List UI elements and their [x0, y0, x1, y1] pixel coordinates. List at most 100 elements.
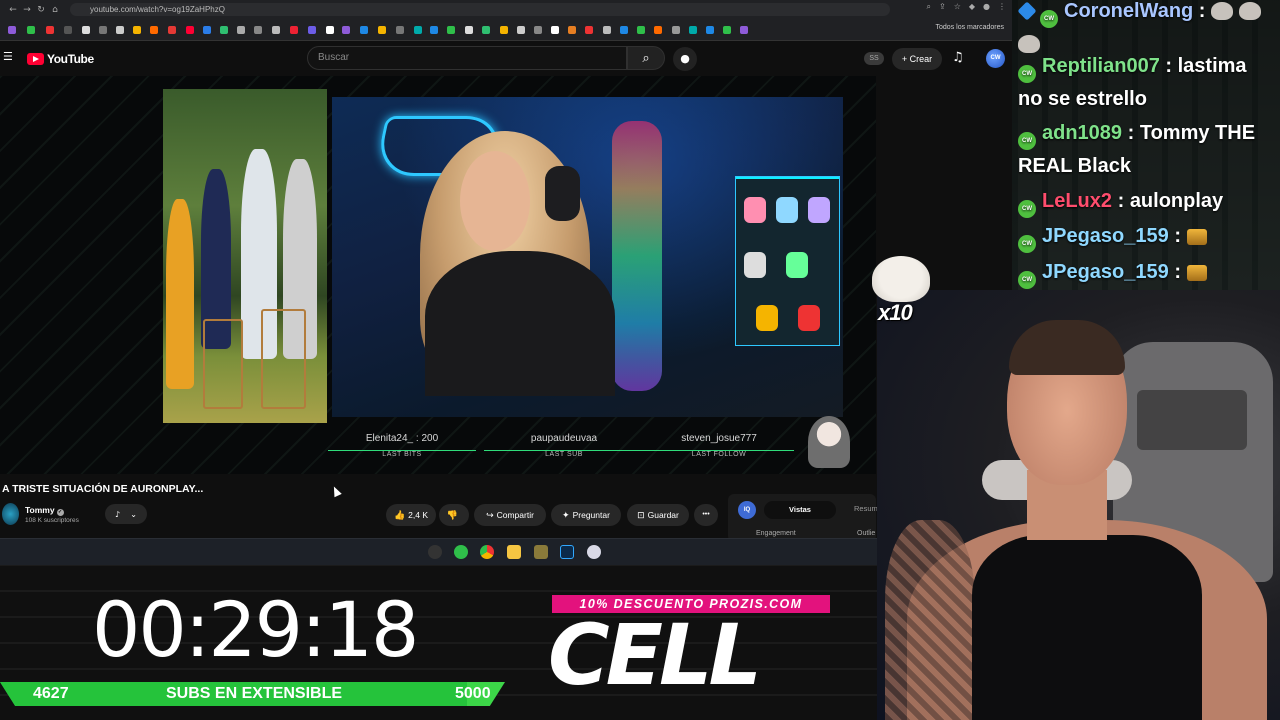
bookmark-icon[interactable] [672, 26, 680, 34]
bookmark-icon[interactable] [308, 26, 316, 34]
bookmark-icon[interactable] [551, 26, 559, 34]
bookmark-icon[interactable] [254, 26, 262, 34]
bookmark-icon[interactable] [517, 26, 525, 34]
bookmark-icon[interactable] [500, 26, 508, 34]
extension-icon[interactable]: ◆ [969, 2, 975, 12]
bookmark-icon[interactable] [654, 26, 662, 34]
bookmark-icon[interactable] [168, 26, 176, 34]
chat-message: CW adn1089 : Tommy THE REAL Black [1018, 122, 1256, 177]
voice-search-button[interactable]: ● [673, 47, 697, 71]
subscription-bell-button[interactable]: ♪ ⌄ [105, 504, 147, 524]
ask-button[interactable]: ✦ Preguntar [551, 504, 621, 526]
search-input[interactable]: Buscar [307, 46, 627, 70]
file-explorer-icon[interactable] [507, 545, 521, 559]
more-actions-button[interactable]: ••• [694, 504, 718, 526]
hamburger-menu-icon[interactable]: ☰ [3, 51, 13, 62]
bookmark-icon[interactable] [342, 26, 350, 34]
extension-badge[interactable]: SS [864, 52, 884, 65]
search-button[interactable]: ⌕ [627, 46, 665, 70]
bookmark-icon[interactable] [186, 26, 194, 34]
bookmark-icon[interactable] [568, 26, 576, 34]
notifications-bell-icon[interactable]: ♫ [952, 50, 964, 65]
profile-icon[interactable]: ● [983, 2, 990, 12]
chat-message: CW Reptilian007 : lastima no se estrello [1018, 55, 1247, 110]
bookmark-icon[interactable] [534, 26, 542, 34]
browser-toolbar: ← → ↻ ⌂ youtube.com/watch?v=og19ZaHPhzQ … [0, 0, 1012, 19]
bookmark-icon[interactable] [396, 26, 404, 34]
cat-emote-icon [872, 256, 930, 302]
bookmark-icon[interactable] [46, 26, 54, 34]
obs-icon[interactable] [428, 545, 442, 559]
bookmark-icon[interactable] [465, 26, 473, 34]
app-icon[interactable] [587, 545, 601, 559]
figure [744, 197, 766, 223]
streamer-face [460, 151, 530, 251]
browser-menu-icon[interactable]: ⋮ [998, 2, 1006, 12]
bookmark-icon[interactable] [585, 26, 593, 34]
bookmark-icon[interactable] [706, 26, 714, 34]
bookmark-icon[interactable] [360, 26, 368, 34]
dislike-button[interactable]: 👎 [439, 504, 469, 526]
share-button[interactable]: ↪ Compartir [474, 504, 546, 526]
bookmark-icon[interactable] [203, 26, 211, 34]
bookmark-icon[interactable] [603, 26, 611, 34]
bookmark-icon[interactable] [414, 26, 422, 34]
video-player[interactable]: Elenita24_ : 200 LAST BITS paupaudeuvaa … [0, 76, 876, 474]
chat-username: JPegaso_159 [1042, 261, 1169, 283]
save-button[interactable]: ⊡ Guardar [627, 504, 689, 526]
bookmark-icon[interactable] [637, 26, 645, 34]
streamer-hair [1009, 320, 1125, 375]
bookmarks-folder[interactable]: Todos los marcadores [936, 24, 1004, 31]
bookmark-icon[interactable] [723, 26, 731, 34]
bookmark-icon[interactable] [8, 26, 16, 34]
chat-text: aulonplay [1129, 190, 1224, 212]
bookmark-icon[interactable] [64, 26, 72, 34]
like-button[interactable]: 👍 2,4 K [386, 504, 436, 526]
bookmark-icon[interactable] [150, 26, 158, 34]
bookmark-icon[interactable] [326, 26, 334, 34]
tab-views[interactable]: Vistas [764, 501, 836, 519]
share-label: Compartir [496, 510, 534, 520]
bookmark-star-icon[interactable]: ☆ [954, 2, 961, 12]
bookmark-icon[interactable] [133, 26, 141, 34]
minecraft-icon[interactable] [534, 545, 548, 559]
forward-icon[interactable]: → [20, 5, 34, 15]
bookmark-icon[interactable] [82, 26, 90, 34]
share-icon[interactable]: ⇪ [939, 2, 946, 12]
bookmark-icon[interactable] [272, 26, 280, 34]
bookmark-icon[interactable] [689, 26, 697, 34]
chair-logo [1137, 390, 1247, 450]
back-icon[interactable]: ← [6, 5, 20, 15]
bookmark-icon[interactable] [220, 26, 228, 34]
display-shelf [735, 176, 840, 346]
channel-name[interactable]: Tommy ✓ [25, 505, 64, 516]
xbox-icon[interactable] [454, 545, 468, 559]
save-label: Guardar [647, 510, 679, 520]
share-arrow-icon: ↪ [486, 511, 494, 521]
bookmark-icon[interactable] [99, 26, 107, 34]
photoshop-icon[interactable] [560, 545, 574, 559]
bookmark-icon[interactable] [430, 26, 438, 34]
gold-emote-icon [1186, 265, 1207, 281]
address-bar[interactable]: youtube.com/watch?v=og19ZaHPhzQ [70, 3, 890, 16]
bookmark-icon[interactable] [27, 26, 35, 34]
youtube-logo[interactable]: YouTube [27, 52, 94, 66]
zoom-icon[interactable]: ⌕ [927, 2, 931, 12]
tab-summary[interactable]: Resum [854, 504, 878, 513]
bookmark-icon[interactable] [447, 26, 455, 34]
bookmark-icon[interactable] [740, 26, 748, 34]
bookmark-icon[interactable] [290, 26, 298, 34]
home-icon[interactable]: ⌂ [48, 5, 62, 15]
stream-stats-bar: Elenita24_ : 200 LAST BITS paupaudeuvaa … [328, 433, 798, 471]
bookmark-icon[interactable] [482, 26, 490, 34]
bookmark-icon[interactable] [237, 26, 245, 34]
create-button[interactable]: + Crear [892, 48, 942, 70]
reload-icon[interactable]: ↻ [34, 5, 48, 15]
analytics-logo: IQ [738, 501, 756, 519]
chrome-icon[interactable] [480, 545, 494, 559]
bookmark-icon[interactable] [378, 26, 386, 34]
account-avatar[interactable]: CW [986, 49, 1005, 68]
channel-avatar[interactable] [2, 503, 19, 525]
bookmark-icon[interactable] [620, 26, 628, 34]
bookmark-icon[interactable] [116, 26, 124, 34]
